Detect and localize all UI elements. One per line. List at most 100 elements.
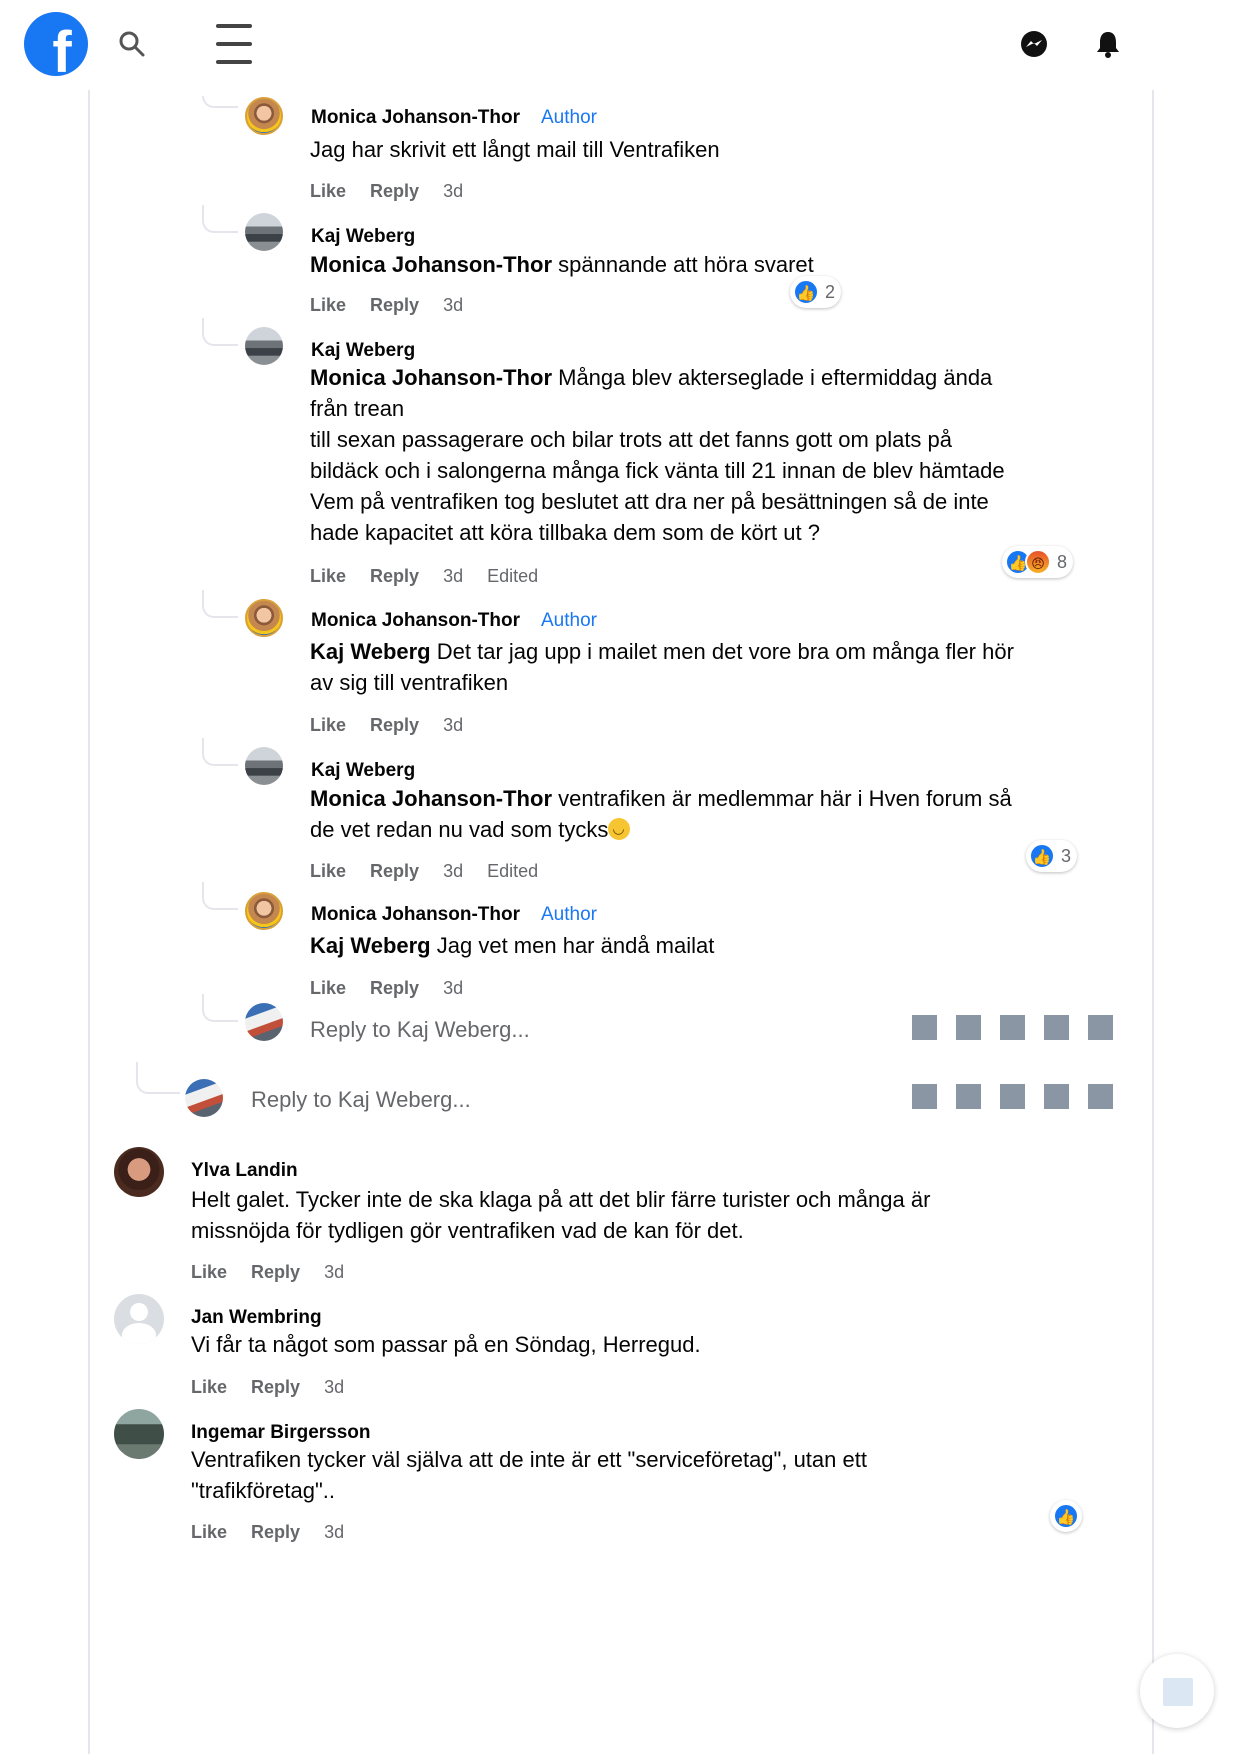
- reply-button[interactable]: Reply: [370, 566, 419, 587]
- sticker-icon[interactable]: [1044, 1015, 1069, 1040]
- comment-actions: Like Reply 3d: [310, 715, 487, 736]
- compose-icon: [1163, 1678, 1193, 1706]
- timestamp[interactable]: 3d: [443, 295, 463, 316]
- comment-text: Vi får ta något som passar på en Söndag,…: [191, 1332, 701, 1357]
- timestamp[interactable]: 3d: [324, 1262, 344, 1283]
- reply-button[interactable]: Reply: [251, 1522, 300, 1543]
- comment-text: Kaj Weberg Jag vet men har ändå mailat: [310, 933, 715, 958]
- like-button[interactable]: Like: [310, 295, 346, 316]
- reaction-summary[interactable]: 👍 😠 8: [1002, 546, 1074, 578]
- gif-icon[interactable]: [1000, 1084, 1025, 1109]
- timestamp[interactable]: 3d: [443, 566, 463, 587]
- like-button[interactable]: Like: [310, 715, 346, 736]
- smiley-emoji-icon: [608, 818, 631, 840]
- comment-author[interactable]: Monica Johanson-Thor: [311, 107, 520, 129]
- comment-text: Monica Johanson-Thor spännande att höra …: [310, 252, 814, 277]
- reply-button[interactable]: Reply: [251, 1262, 300, 1283]
- menu-icon[interactable]: [214, 24, 254, 64]
- timestamp[interactable]: 3d: [443, 978, 463, 999]
- edited-label[interactable]: Edited: [487, 861, 538, 882]
- mention-link[interactable]: Monica Johanson-Thor: [310, 365, 552, 390]
- timestamp[interactable]: 3d: [443, 861, 463, 882]
- reply-button[interactable]: Reply: [251, 1377, 300, 1398]
- comment-author[interactable]: Kaj Weberg: [311, 760, 415, 782]
- reply-button[interactable]: Reply: [370, 861, 419, 882]
- avatar-sticker-icon[interactable]: [1088, 1084, 1113, 1109]
- mention-link[interactable]: Kaj Weberg: [310, 933, 431, 958]
- reply-button[interactable]: Reply: [370, 181, 419, 202]
- avatar[interactable]: [245, 599, 283, 637]
- like-button[interactable]: Like: [310, 181, 346, 202]
- mention-link[interactable]: Kaj Weberg: [310, 639, 431, 664]
- thread-connector: [202, 590, 238, 618]
- reaction-summary[interactable]: 👍 2: [790, 276, 842, 308]
- my-avatar[interactable]: [185, 1079, 223, 1117]
- thread-connector: [202, 738, 238, 766]
- emoji-icon[interactable]: [912, 1015, 937, 1040]
- comment-actions: Like Reply 3d: [191, 1377, 368, 1398]
- author-badge: Author: [541, 107, 597, 128]
- author-badge: Author: [541, 904, 597, 925]
- avatar[interactable]: [245, 213, 283, 251]
- camera-icon[interactable]: [956, 1015, 981, 1040]
- comment-text: Jag har skrivit ett långt mail till Vent…: [310, 137, 720, 162]
- like-button[interactable]: Like: [191, 1377, 227, 1398]
- comment-author[interactable]: Kaj Weberg: [311, 340, 415, 362]
- search-icon[interactable]: [116, 28, 148, 60]
- like-button[interactable]: Like: [310, 861, 346, 882]
- timestamp[interactable]: 3d: [443, 181, 463, 202]
- comment-author[interactable]: Ylva Landin: [191, 1160, 298, 1182]
- mention-link[interactable]: Monica Johanson-Thor: [310, 786, 552, 811]
- reply-button[interactable]: Reply: [370, 978, 419, 999]
- comment-author[interactable]: Monica Johanson-Thor: [311, 904, 520, 926]
- reaction-summary[interactable]: 👍 3: [1026, 840, 1078, 872]
- comment-actions: Like Reply 3d: [310, 181, 487, 202]
- avatar[interactable]: [114, 1294, 164, 1344]
- avatar[interactable]: [245, 97, 283, 135]
- comment-text: Ventrafiken tycker väl själva att de int…: [191, 1447, 867, 1503]
- like-button[interactable]: Like: [191, 1522, 227, 1543]
- timestamp[interactable]: 3d: [443, 715, 463, 736]
- avatar[interactable]: [245, 747, 283, 785]
- avatar-sticker-icon[interactable]: [1088, 1015, 1113, 1040]
- my-avatar[interactable]: [245, 1003, 283, 1041]
- thread-connector: [202, 994, 238, 1022]
- angry-reaction-icon: 😠: [1025, 549, 1051, 575]
- gif-icon[interactable]: [1000, 1015, 1025, 1040]
- reply-input[interactable]: Reply to Kaj Weberg...: [251, 1087, 471, 1113]
- avatar[interactable]: [114, 1147, 164, 1197]
- comment-author[interactable]: Monica Johanson-Thor: [311, 610, 520, 632]
- timestamp[interactable]: 3d: [324, 1522, 344, 1543]
- avatar[interactable]: [245, 327, 283, 365]
- camera-icon[interactable]: [956, 1084, 981, 1109]
- messenger-icon[interactable]: [1018, 28, 1050, 60]
- top-navigation-bar: f: [0, 0, 1240, 90]
- avatar[interactable]: [114, 1409, 164, 1459]
- sticker-icon[interactable]: [1044, 1084, 1069, 1109]
- avatar[interactable]: [245, 892, 283, 930]
- reply-toolbar: [912, 1015, 1113, 1040]
- timestamp[interactable]: 3d: [324, 1377, 344, 1398]
- reaction-summary[interactable]: 👍: [1050, 1500, 1082, 1532]
- comment-text: Kaj Weberg Det tar jag upp i mailet men …: [310, 639, 1014, 695]
- comment-actions: Like Reply 3d: [310, 295, 487, 316]
- emoji-icon[interactable]: [912, 1084, 937, 1109]
- reply-button[interactable]: Reply: [370, 715, 419, 736]
- comment-author[interactable]: Jan Wembring: [191, 1307, 322, 1329]
- like-button[interactable]: Like: [191, 1262, 227, 1283]
- reply-button[interactable]: Reply: [370, 295, 419, 316]
- thread-connector: [202, 882, 238, 910]
- facebook-logo[interactable]: f: [24, 12, 88, 76]
- like-reaction-icon: 👍: [1029, 843, 1055, 869]
- like-button[interactable]: Like: [310, 978, 346, 999]
- edited-label[interactable]: Edited: [487, 566, 538, 587]
- notifications-bell-icon[interactable]: [1092, 28, 1124, 60]
- like-button[interactable]: Like: [310, 566, 346, 587]
- mention-link[interactable]: Monica Johanson-Thor: [310, 252, 552, 277]
- reply-input[interactable]: Reply to Kaj Weberg...: [310, 1017, 530, 1043]
- comment-actions: Like Reply 3d: [191, 1522, 368, 1543]
- comment-author[interactable]: Ingemar Birgersson: [191, 1422, 371, 1444]
- comment-author[interactable]: Kaj Weberg: [311, 226, 415, 248]
- comment-actions: Like Reply 3d Edited: [310, 566, 562, 587]
- floating-compose-button[interactable]: [1140, 1654, 1214, 1728]
